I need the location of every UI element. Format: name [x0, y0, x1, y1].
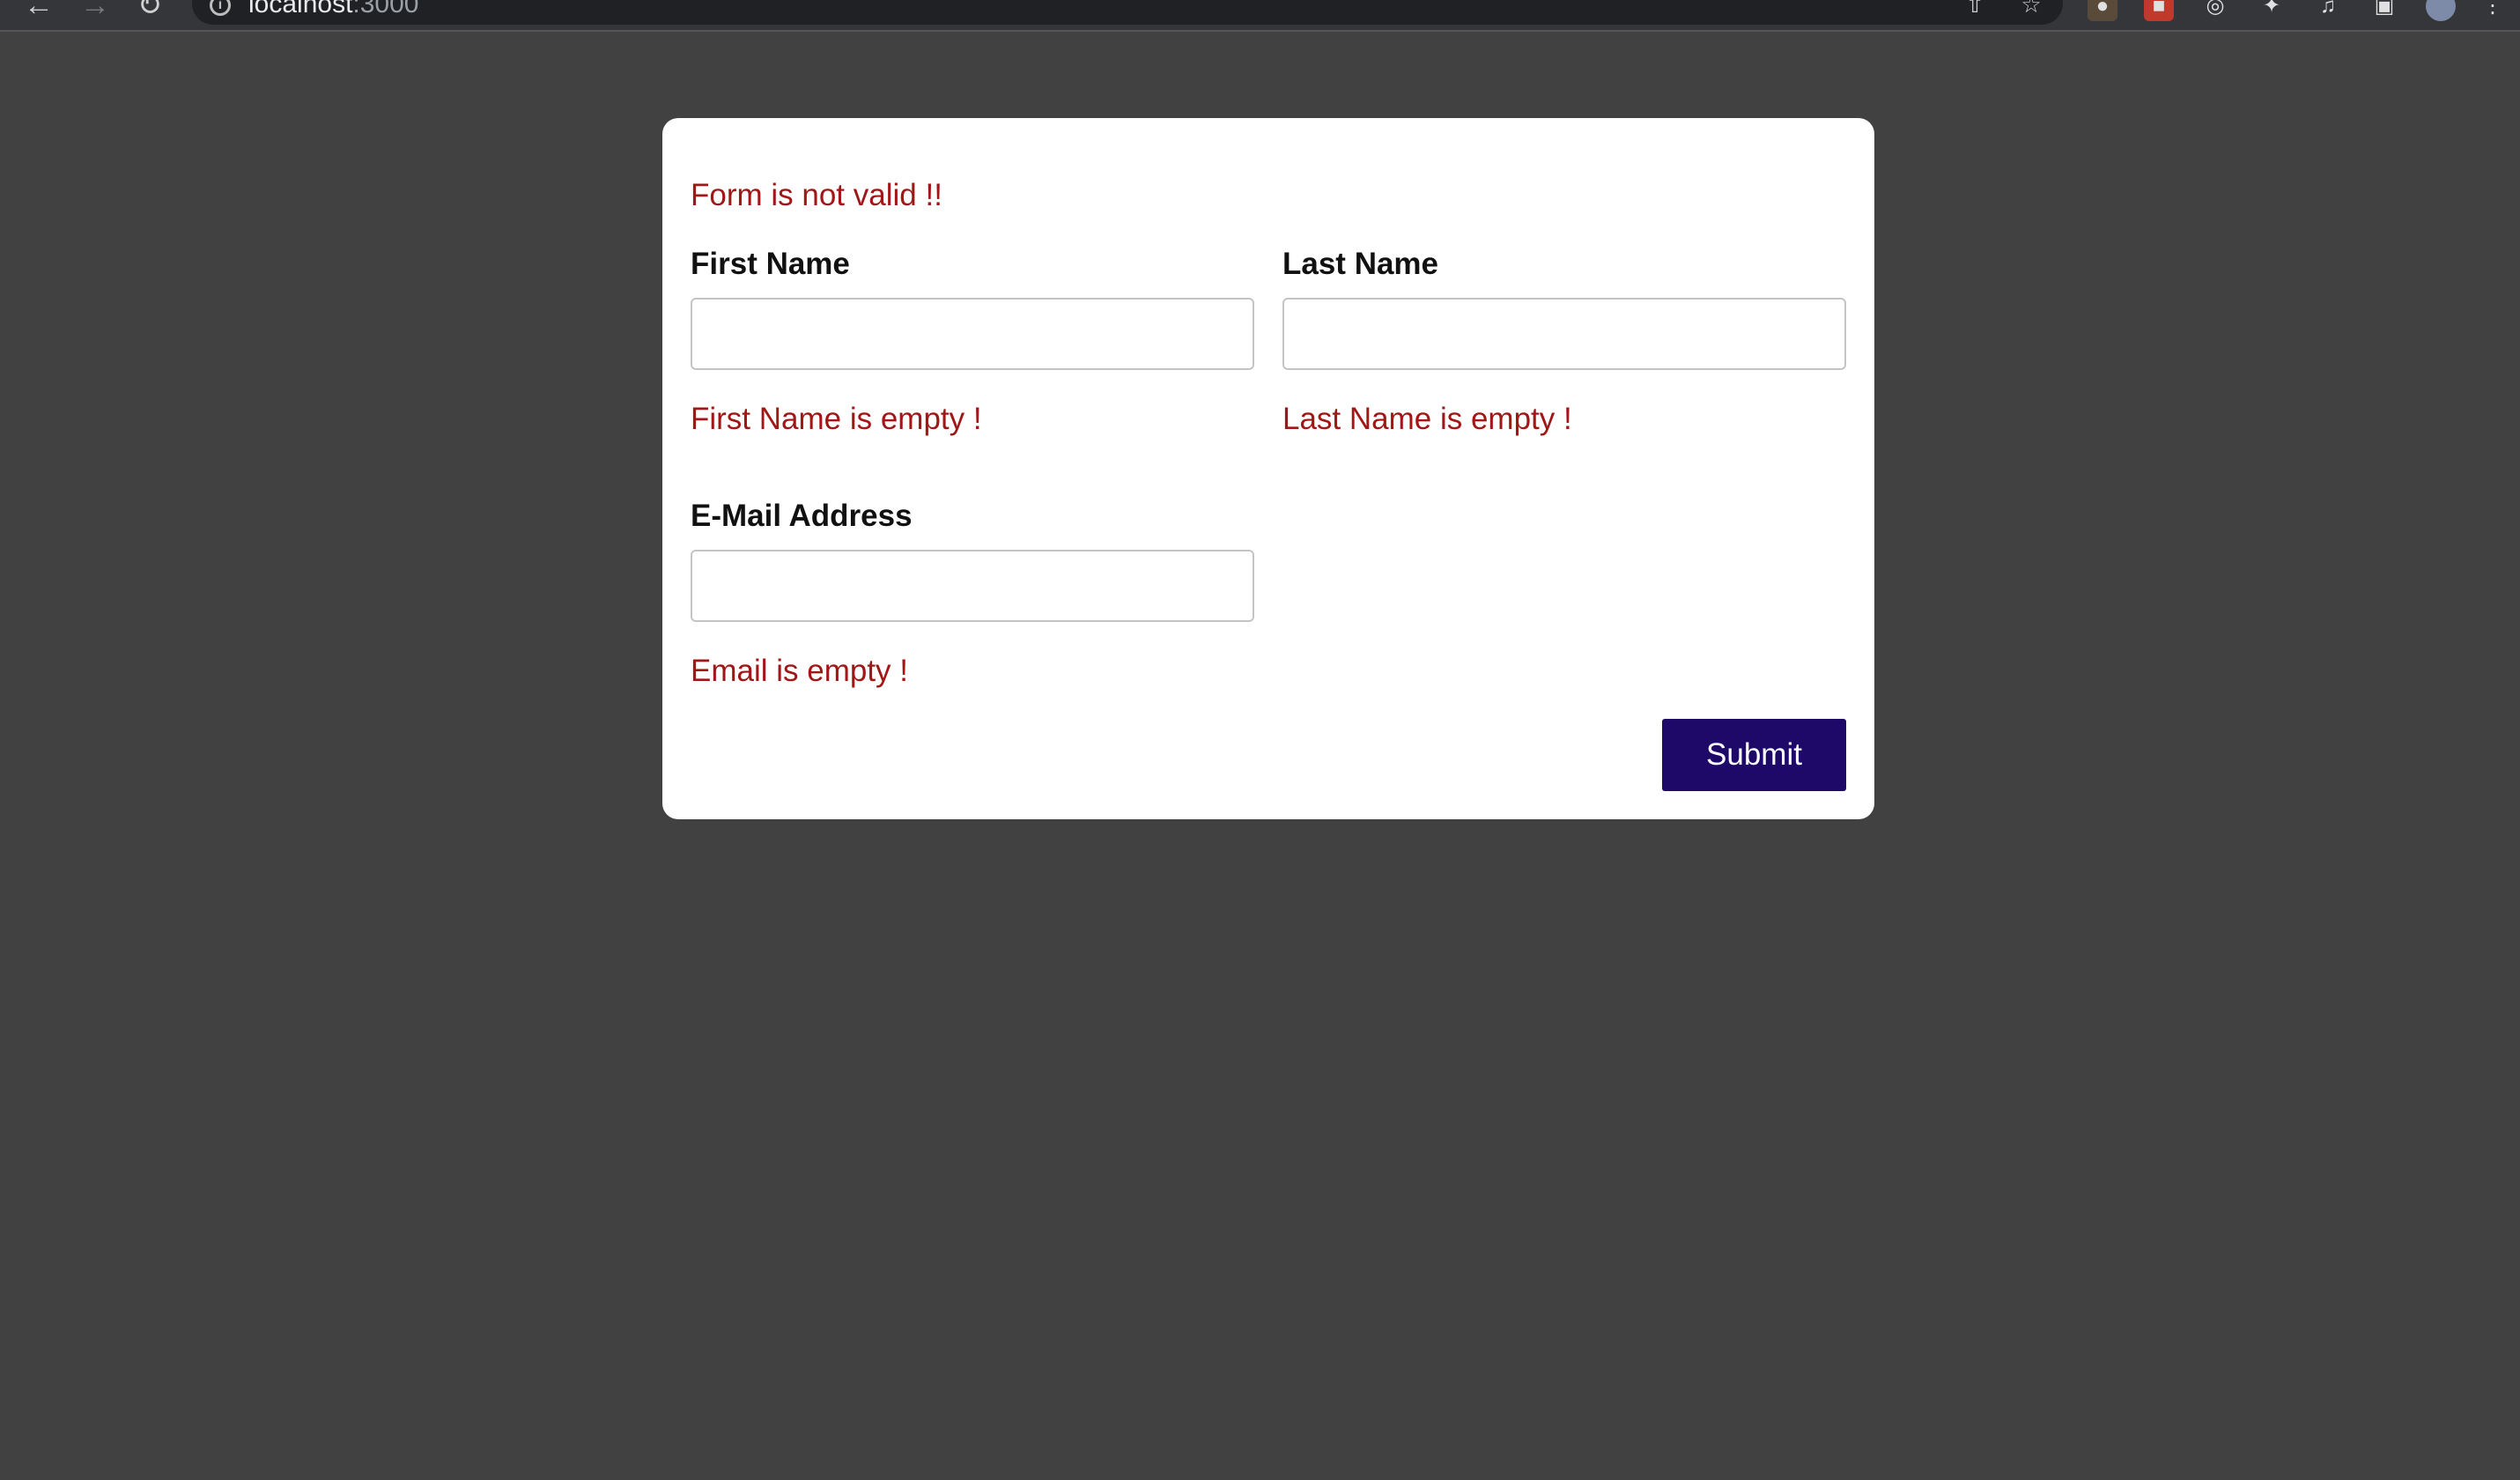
email-field: E-Mail Address Email is empty !	[691, 497, 1254, 691]
first-name-label: First Name	[691, 247, 850, 281]
extension-icon[interactable]: ●	[2088, 0, 2117, 21]
email-error: Email is empty !	[691, 654, 908, 688]
url-port: :3000	[352, 0, 419, 18]
last-name-label: Last Name	[1282, 247, 1439, 281]
first-name-error: First Name is empty !	[691, 402, 982, 436]
back-arrow-icon[interactable]: ←	[21, 0, 56, 23]
forward-arrow-icon[interactable]: →	[78, 0, 113, 23]
share-icon[interactable]: ⇧	[1962, 0, 1988, 18]
site-info-icon[interactable]: i	[210, 0, 231, 16]
more-menu-icon[interactable]: ⋮	[2482, 0, 2503, 21]
extension-icon[interactable]: ■	[2144, 0, 2174, 21]
last-name-error: Last Name is empty !	[1282, 402, 1572, 436]
profile-avatar[interactable]	[2426, 0, 2456, 21]
url-host: localhost	[248, 0, 353, 18]
last-name-input[interactable]	[1282, 298, 1846, 370]
media-control-icon[interactable]: ♫	[2313, 0, 2343, 21]
form-card: Form is not valid !! First Name First Na…	[662, 118, 1874, 819]
reload-icon[interactable]: ↻	[132, 0, 167, 23]
email-label: E-Mail Address	[691, 499, 913, 533]
submit-button[interactable]: Submit	[1662, 719, 1846, 791]
extensions-puzzle-icon[interactable]: ✦	[2257, 0, 2287, 21]
address-bar[interactable]: i localhost:3000 ⇧ ☆	[192, 0, 2063, 25]
first-name-field: First Name First Name is empty !	[691, 245, 1254, 439]
last-name-field: Last Name Last Name is empty !	[1282, 245, 1846, 439]
extension-target-icon[interactable]: ◎	[2200, 0, 2230, 21]
email-input[interactable]	[691, 550, 1254, 622]
first-name-input[interactable]	[691, 298, 1254, 370]
browser-toolbar: ← → ↻ i localhost:3000 ⇧ ☆ ● ■ ◎ ✦ ♫ ▣ ⋮	[0, 0, 2520, 32]
side-panel-icon[interactable]: ▣	[2369, 0, 2399, 21]
bookmark-star-icon[interactable]: ☆	[2018, 0, 2044, 18]
address-url: localhost:3000	[248, 0, 418, 18]
form-error-message: Form is not valid !!	[691, 178, 942, 212]
